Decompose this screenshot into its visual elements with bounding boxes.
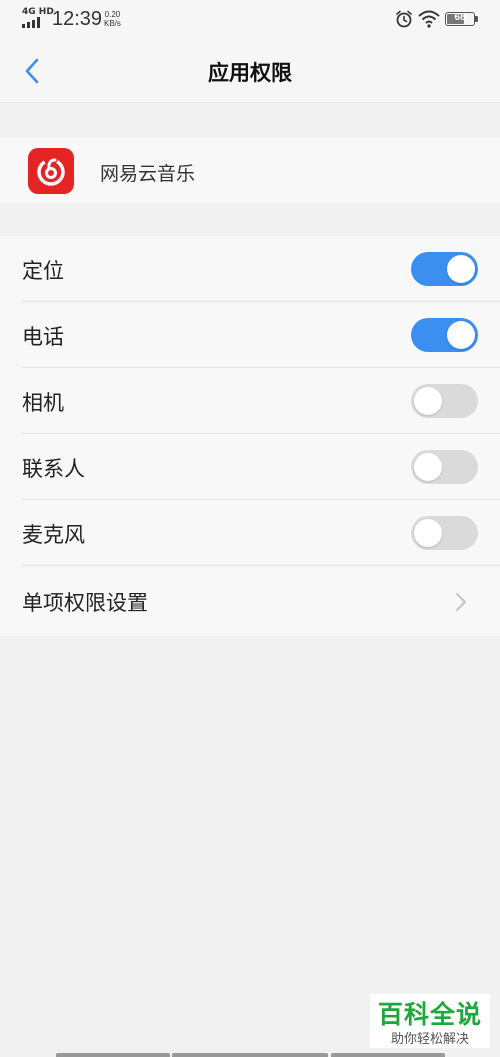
permission-label: 定位: [22, 259, 64, 283]
chevron-right-icon: [456, 593, 466, 611]
permission-row-location[interactable]: 定位: [0, 236, 500, 302]
permission-row-phone[interactable]: 电话: [0, 302, 500, 368]
status-bar: 4G HD 12:39 0.20 KB/s 68: [0, 0, 500, 40]
permission-label: 联系人: [22, 457, 85, 481]
wifi-icon: [418, 10, 440, 28]
header: 应用权限: [0, 40, 500, 103]
toggle-knob: [414, 519, 442, 547]
permission-row-microphone[interactable]: 麦克风: [0, 500, 500, 566]
signal-icon: [22, 17, 40, 28]
microphone-toggle[interactable]: [411, 516, 478, 550]
permission-list: 定位 电话 相机 联系人 麦克风 单项权限设置: [0, 236, 500, 636]
alarm-icon: [396, 10, 412, 28]
netease-cloud-music-icon: [28, 148, 74, 194]
status-time: 12:39: [52, 8, 103, 30]
network-speed-unit: KB/s: [104, 19, 121, 28]
watermark-title: 百科全说: [377, 1000, 482, 1029]
location-toggle[interactable]: [411, 252, 478, 286]
contacts-toggle[interactable]: [411, 450, 478, 484]
nav-hint-bar: [56, 1053, 170, 1057]
toggle-knob: [447, 321, 475, 349]
nav-hint-bar: [172, 1053, 328, 1057]
network-type: 4G HD: [22, 7, 54, 17]
battery-nub: [475, 16, 478, 22]
network-speed-value: 0.20: [104, 10, 121, 19]
individual-settings-label: 单项权限设置: [22, 591, 148, 615]
toggle-knob: [447, 255, 475, 283]
camera-toggle[interactable]: [411, 384, 478, 418]
individual-permission-settings[interactable]: 单项权限设置: [0, 568, 500, 634]
toggle-knob: [414, 387, 442, 415]
network-speed: 0.20 KB/s: [104, 10, 121, 28]
battery-level: 68: [454, 12, 466, 23]
battery-icon: 68: [445, 12, 475, 26]
toggle-knob: [414, 453, 442, 481]
app-name: 网易云音乐: [100, 163, 196, 185]
watermark-logo: 百科全说 助你轻松解决: [370, 994, 490, 1048]
permission-row-contacts[interactable]: 联系人: [0, 434, 500, 500]
page-title: 应用权限: [208, 61, 292, 85]
permission-row-camera[interactable]: 相机: [0, 368, 500, 434]
divider: [22, 565, 500, 566]
permission-label: 电话: [22, 325, 64, 349]
watermark-subtitle: 助你轻松解决: [390, 1032, 469, 1047]
permission-label: 麦克风: [22, 523, 85, 547]
app-info-row: 网易云音乐: [0, 137, 500, 203]
phone-toggle[interactable]: [411, 318, 478, 352]
permission-label: 相机: [22, 391, 64, 415]
nav-hint-bar: [331, 1053, 445, 1057]
